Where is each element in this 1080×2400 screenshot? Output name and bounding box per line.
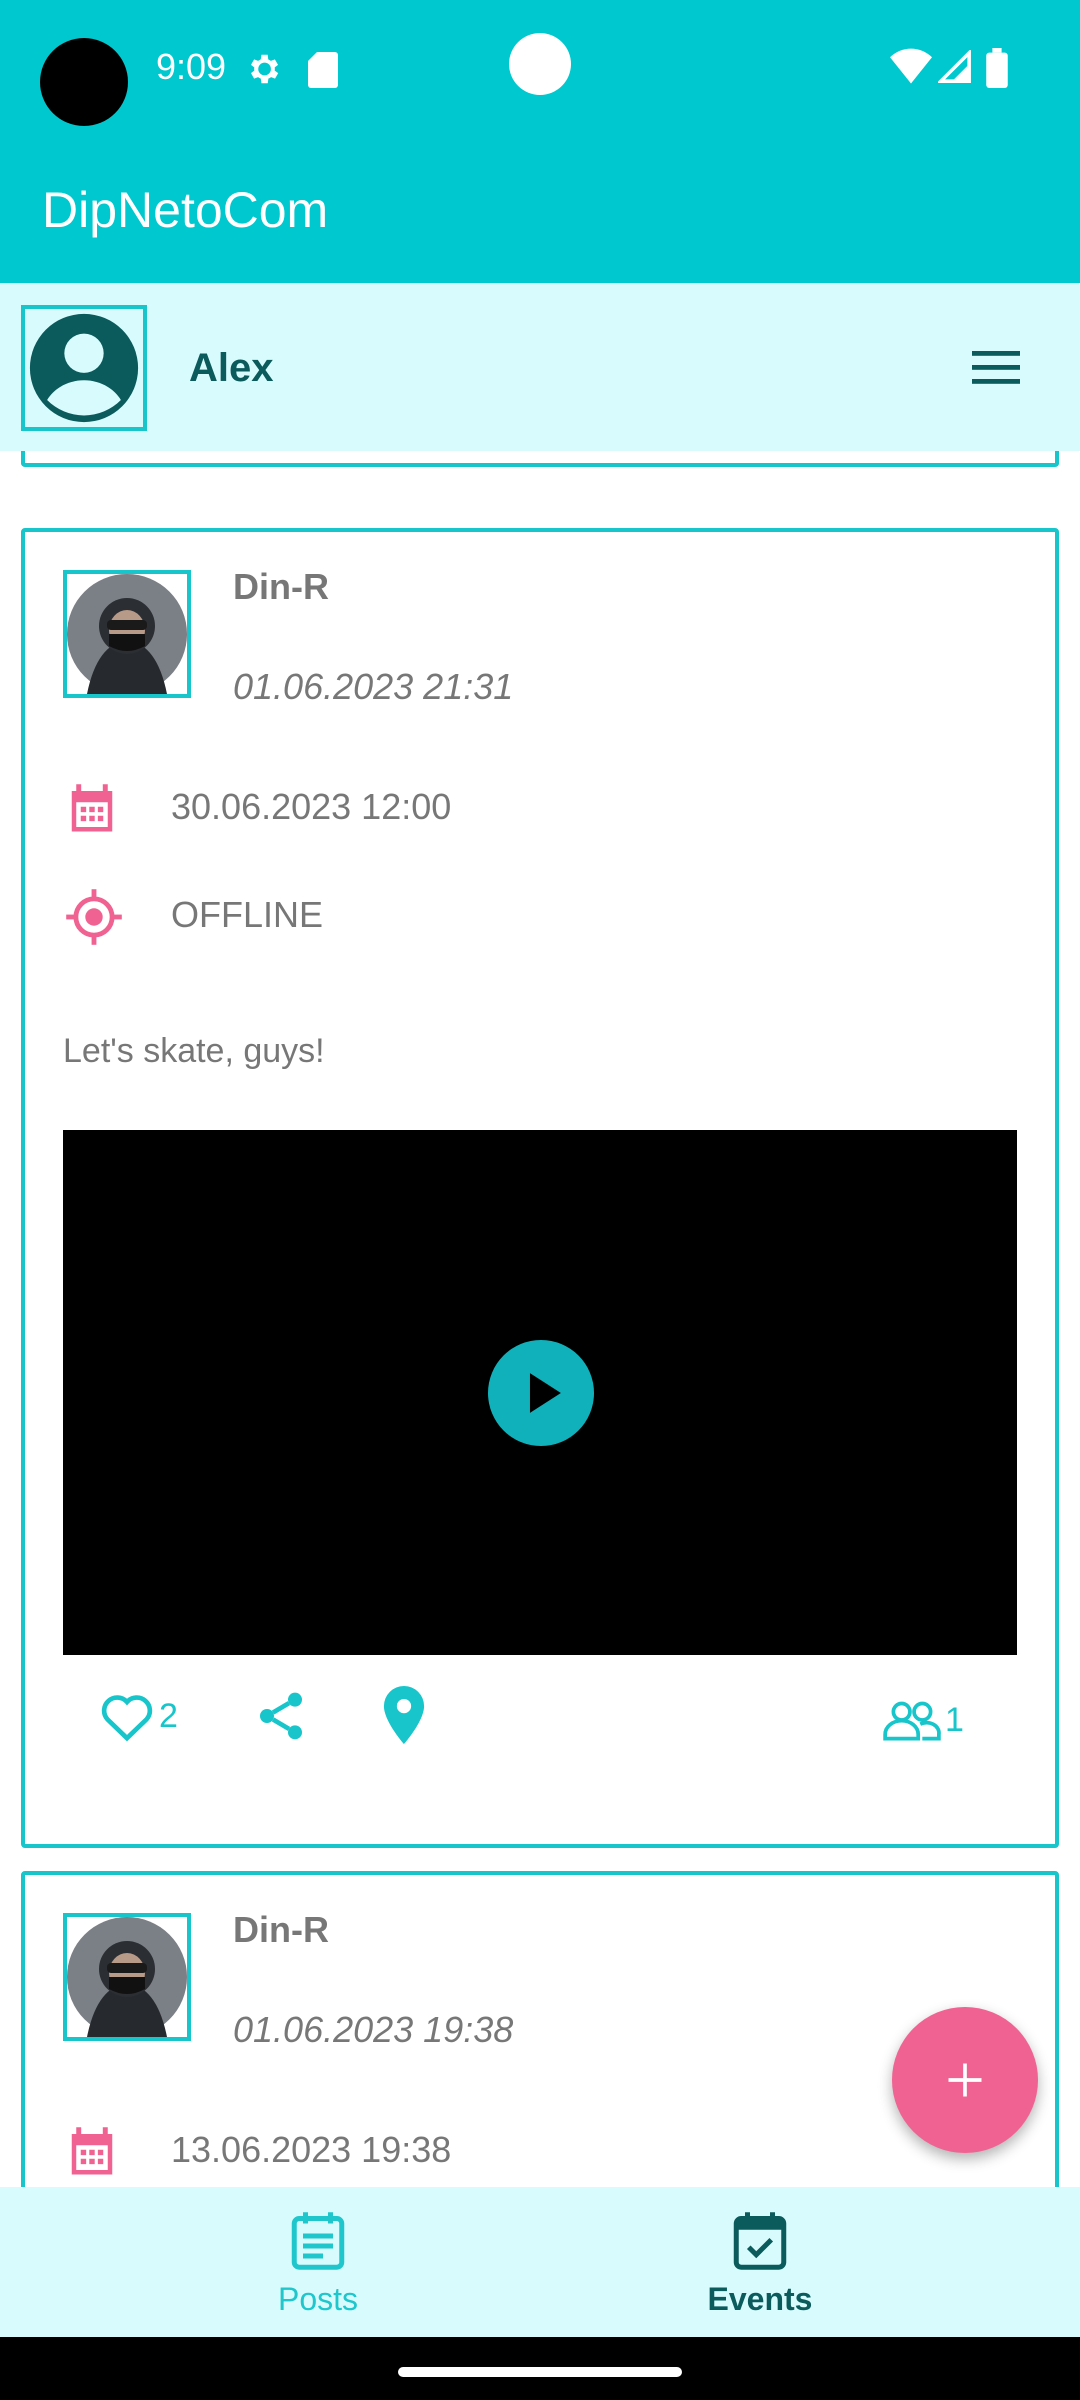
calendar-check-icon [733,2212,787,2270]
author-name: Din-R [233,1909,329,1950]
bottom-navigation: Posts Events [0,2187,1080,2337]
heart-outline-icon [101,1695,153,1742]
published-date: 01.06.2023 21:31 [233,666,514,707]
events-feed[interactable]: Din-R 01.06.2023 21:31 30.06.2023 12:00 … [0,451,1080,2187]
sd-card-icon [308,52,338,88]
like-button[interactable]: 2 [99,1690,178,1742]
author-photo-icon [67,1917,187,2037]
nav-label-events: Events [707,2281,813,2317]
battery-icon [986,48,1008,88]
participants-count: 1 [945,1700,964,1739]
profile-bar: Alex [0,283,1080,451]
share-icon[interactable] [253,1688,309,1744]
target-icon [66,889,122,945]
event-card-previous [21,451,1059,467]
app-bar: DipNetoCom [0,136,1080,283]
wifi-icon [890,48,932,84]
plus-icon [948,2063,982,2097]
event-datetime: 30.06.2023 12:00 [171,786,452,827]
event-content: Let's skate, guys! [63,1032,325,1070]
play-button[interactable] [488,1340,594,1446]
event-card[interactable]: Din-R 01.06.2023 19:38 13.06.2023 19:38 [21,1871,1059,2187]
author-name: Din-R [233,566,329,607]
camera-cutout [40,38,128,126]
profile-name: Alex [189,346,274,390]
author-avatar [63,1913,191,2041]
published-date: 01.06.2023 19:38 [233,2009,514,2050]
add-event-button[interactable] [892,2007,1038,2153]
like-count: 2 [159,1696,178,1735]
calendar-icon [71,2127,113,2175]
location-pin-icon[interactable] [379,1686,429,1744]
author-photo-icon [67,574,187,694]
gesture-bar [0,2337,1080,2400]
calendar-icon [71,784,113,832]
profile-avatar[interactable] [21,305,147,431]
video-attachment[interactable] [63,1130,1017,1655]
app-title: DipNetoCom [42,182,329,238]
people-icon [883,1701,941,1741]
nav-item-events[interactable]: Events [490,2187,1030,2337]
nav-label-posts: Posts [277,2281,359,2317]
event-datetime: 13.06.2023 19:38 [171,2129,452,2170]
author-avatar [63,570,191,698]
event-card[interactable]: Din-R 01.06.2023 21:31 30.06.2023 12:00 … [21,528,1059,1848]
participants-button[interactable]: 1 [881,1698,964,1742]
front-camera [509,33,571,95]
posts-icon [291,2212,345,2270]
menu-icon[interactable] [970,347,1022,387]
signal-icon [938,50,971,83]
play-icon [529,1373,561,1413]
settings-icon [250,54,279,84]
status-bar: 9:09 [0,0,1080,136]
status-time: 9:09 [156,46,227,87]
event-type: OFFLINE [171,894,324,935]
home-gesture-handle[interactable] [398,2367,682,2377]
account-circle-icon [29,313,139,423]
